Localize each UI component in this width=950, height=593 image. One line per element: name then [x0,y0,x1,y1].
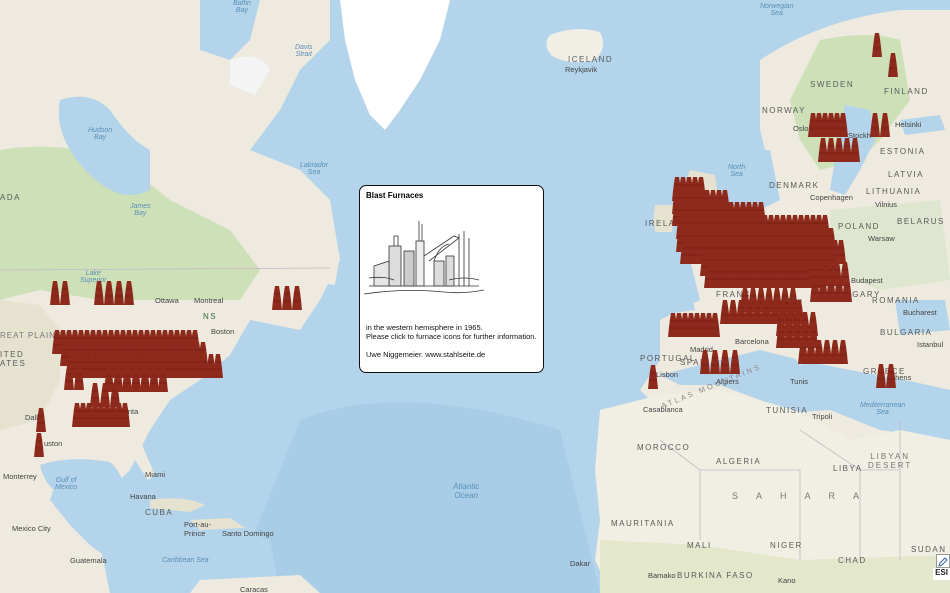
blast-furnace-icon[interactable] [730,350,740,374]
blast-furnace-icon[interactable] [872,33,882,57]
blast-furnace-icon[interactable] [74,366,84,390]
map-view[interactable]: Norwegian Sea Davis Strait Baffin Bay Hu… [0,0,950,593]
map-attribution: ESI [933,568,950,580]
blast-furnace-icon[interactable] [700,350,710,374]
blast-furnace-icon[interactable] [34,433,44,457]
blast-furnace-icon[interactable] [292,286,302,310]
blast-furnace-icon[interactable] [870,113,880,137]
blast-furnace-icon[interactable] [272,286,282,310]
blast-furnace-icon[interactable] [60,281,70,305]
blast-furnace-icon[interactable] [720,350,730,374]
blast-furnace-icon[interactable] [36,408,46,432]
blast-furnace-icon[interactable] [710,313,720,337]
blast-furnace-icon[interactable] [114,281,124,305]
blast-furnace-icon[interactable] [886,364,896,388]
edit-pencil-icon[interactable] [936,554,950,568]
popup-credit: Uwe Niggemeier. www.stahlseite.de [366,350,486,359]
blast-furnace-icon[interactable] [648,365,658,389]
blast-furnace-icon[interactable] [880,113,890,137]
blast-furnace-icon[interactable] [876,364,886,388]
blast-furnace-icon[interactable] [282,286,292,310]
blast-furnace-icon[interactable] [838,340,848,364]
blast-furnace-icon[interactable] [120,403,130,427]
popup-description-line2: Please click to furnace icons for furthe… [366,332,537,341]
blast-furnace-icon[interactable] [710,350,720,374]
blast-furnace-icon[interactable] [104,281,114,305]
info-popup[interactable]: Blast Furnaces in the western hemisphere… [359,185,544,373]
blast-furnace-illustration-icon [364,221,484,295]
blast-furnace-icon[interactable] [842,278,852,302]
blast-furnace-icon[interactable] [836,240,846,264]
popup-title: Blast Furnaces [366,191,424,200]
blast-furnace-icon[interactable] [158,368,168,392]
blast-furnace-icon[interactable] [50,281,60,305]
blast-furnace-icon[interactable] [213,354,223,378]
blast-furnace-icon[interactable] [850,138,860,162]
blast-furnace-icon[interactable] [94,281,104,305]
blast-furnace-icon[interactable] [64,366,74,390]
blast-furnace-icon[interactable] [124,281,134,305]
blast-furnace-icon[interactable] [888,53,898,77]
popup-description-line1: in the western hemisphere in 1965. [366,323,483,332]
blast-furnace-icon[interactable] [838,113,848,137]
